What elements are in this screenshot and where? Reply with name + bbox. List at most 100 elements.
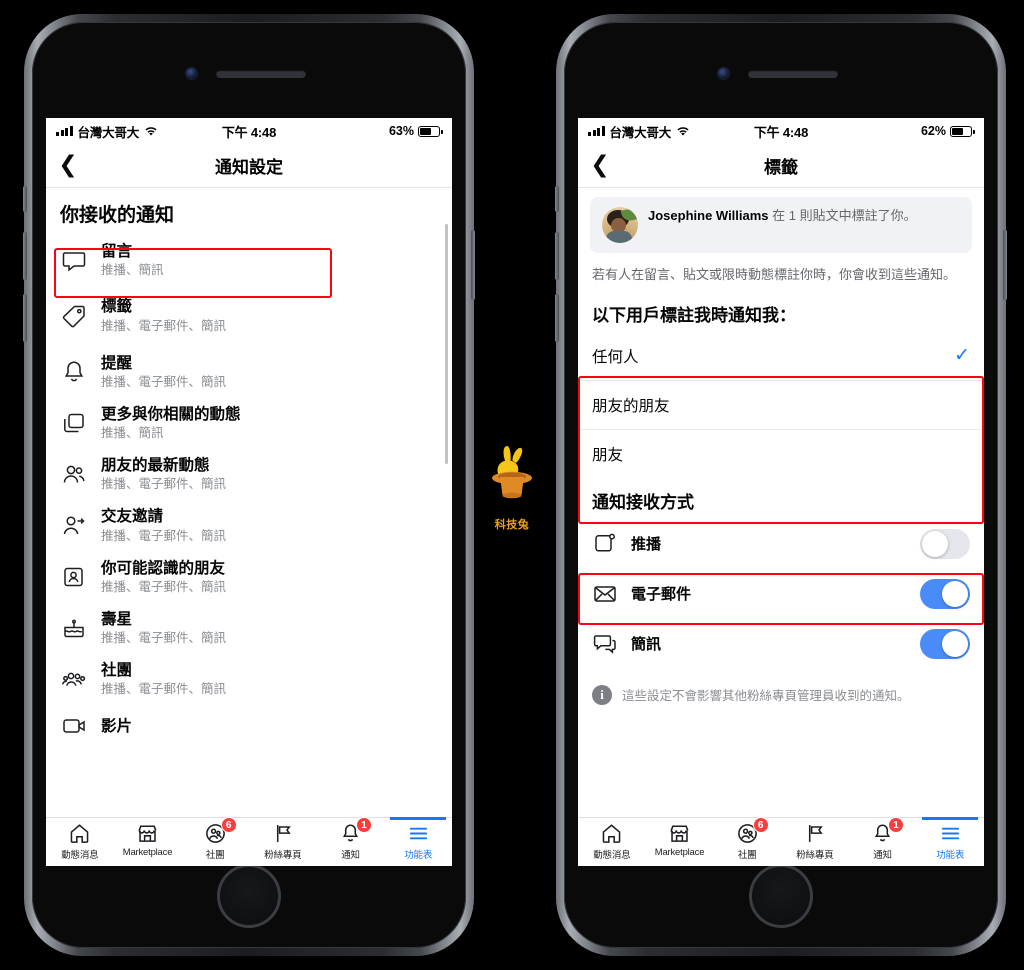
tab-label: 通知	[341, 850, 360, 861]
battery-icon	[950, 125, 975, 137]
setting-title: 留言	[101, 243, 133, 260]
power-button[interactable]	[1003, 230, 1007, 300]
tab-groups[interactable]: 6 社團	[713, 817, 781, 861]
method-row-sms[interactable]: 簡訊	[578, 619, 984, 669]
notification-settings-list[interactable]: 你接收的通知 留言 推播、簡訊 標籤 推播、電子郵件、簡訊 提醒 推播、電子郵件…	[46, 188, 452, 817]
setting-row-friend-requests[interactable]: 交友邀請 推播、電子郵件、簡訊	[46, 500, 452, 551]
tab-label: 社團	[737, 850, 757, 861]
option-friends[interactable]: 朋友	[578, 428, 984, 478]
menu-icon	[407, 821, 430, 845]
tab-pages[interactable]: 粉絲專頁	[781, 818, 849, 861]
menu-icon	[939, 821, 962, 845]
tab-menu[interactable]: 功能表	[384, 817, 452, 861]
tab-notifications[interactable]: 1 通知	[317, 817, 385, 861]
email-toggle[interactable]	[920, 578, 970, 609]
setting-row-reminders[interactable]: 提醒 推播、電子郵件、簡訊	[46, 347, 452, 398]
group-icon	[60, 666, 88, 694]
setting-row-friend-updates[interactable]: 朋友的最新動態 推播、電子郵件、簡訊	[46, 449, 452, 500]
volume-down-button[interactable]	[23, 294, 27, 342]
setting-subtitle: 推播、電子郵件、簡訊	[101, 631, 227, 646]
setting-subtitle: 推播、電子郵件、簡訊	[101, 374, 227, 389]
badge-count: 6	[752, 817, 769, 833]
banner-text: Josephine Williams 在 1 則貼文中標註了你。	[648, 207, 917, 226]
status-bar-left: 台灣大哥大	[588, 122, 690, 141]
tab-label: 功能表	[404, 850, 433, 861]
setting-text: 留言 推播、簡訊	[101, 242, 164, 279]
tab-groups[interactable]: 6 社團	[181, 817, 249, 861]
tab-notifications[interactable]: 1 通知	[849, 817, 917, 861]
tab-marketplace[interactable]: Marketplace	[114, 818, 182, 858]
method-row-push[interactable]: 推播	[578, 519, 984, 569]
setting-row-tags[interactable]: 標籤 推播、電子郵件、簡訊	[46, 290, 452, 341]
groups-icon: 6	[204, 817, 237, 845]
home-button[interactable]	[749, 864, 813, 928]
wifi-icon	[676, 126, 690, 137]
methods-heading: 通知接收方式	[592, 492, 694, 512]
friends-icon	[60, 461, 88, 489]
email-icon	[592, 581, 618, 607]
badge-count: 6	[220, 817, 237, 833]
battery-icon	[418, 125, 443, 137]
setting-subtitle: 推播、簡訊	[101, 263, 164, 278]
power-button[interactable]	[471, 230, 475, 300]
signal-strength-icon	[588, 126, 605, 136]
setting-subtitle: 推播、簡訊	[101, 426, 164, 441]
setting-row-videos[interactable]: 影片	[46, 705, 452, 747]
rabbit-in-hat-logo	[492, 446, 532, 499]
silent-switch[interactable]	[555, 186, 559, 212]
method-row-email[interactable]: 電子郵件	[578, 569, 984, 619]
back-chevron-icon[interactable]: ❮	[46, 152, 90, 179]
volume-up-button[interactable]	[23, 232, 27, 280]
option-anyone[interactable]: 任何人 ✓	[578, 332, 984, 380]
volume-up-button[interactable]	[555, 232, 559, 280]
tab-menu[interactable]: 功能表	[916, 817, 984, 861]
right-phone: 台灣大哥大 下午 4:48 62% ❮ 標籤 Josephine William…	[555, 14, 1007, 956]
tab-news-feed[interactable]: 動態消息	[578, 818, 646, 861]
left-phone: 台灣大哥大 下午 4:48 63% ❮ 通知設定 你接收的通知 留言 推播、簡訊…	[23, 14, 475, 956]
tab-marketplace[interactable]: Marketplace	[646, 818, 714, 858]
active-tab-indicator	[922, 817, 979, 820]
audience-option-list[interactable]: 任何人 ✓ 朋友的朋友 朋友	[578, 332, 984, 478]
home-button[interactable]	[217, 864, 281, 928]
volume-down-button[interactable]	[555, 294, 559, 342]
status-bar-right: 62%	[921, 124, 975, 138]
tab-news-feed[interactable]: 動態消息	[46, 818, 114, 861]
setting-title: 壽星	[101, 610, 133, 628]
setting-row-groups[interactable]: 社團 推播、電子郵件、簡訊	[46, 654, 452, 705]
status-bar: 台灣大哥大 下午 4:48 63%	[46, 118, 452, 144]
setting-subtitle: 推播、電子郵件、簡訊	[101, 579, 227, 594]
push-toggle[interactable]	[920, 528, 970, 559]
setting-title: 交友邀請	[101, 508, 164, 526]
option-friends-of-friends[interactable]: 朋友的朋友	[578, 379, 984, 429]
setting-text: 壽星 推播、電子郵件、簡訊	[101, 610, 226, 647]
setting-subtitle: 推播、電子郵件、簡訊	[101, 477, 227, 492]
back-chevron-icon[interactable]: ❮	[578, 152, 622, 179]
silent-switch[interactable]	[23, 186, 27, 212]
example-notification-banner: Josephine Williams 在 1 則貼文中標註了你。	[590, 197, 972, 253]
bell-icon: 1	[339, 817, 373, 845]
setting-title: 你可能認識的朋友	[101, 559, 226, 577]
bottom-tab-bar[interactable]: 動態消息 Marketplace 6 社團 粉絲專頁 1 通知 功能表	[46, 817, 452, 866]
tag-settings-content[interactable]: Josephine Williams 在 1 則貼文中標註了你。 若有人在留言、…	[578, 188, 984, 817]
setting-row-more-activity[interactable]: 更多與你相關的動態 推播、簡訊	[46, 398, 452, 449]
setting-row-comments[interactable]: 留言 推播、簡訊	[46, 235, 452, 286]
sms-toggle[interactable]	[920, 628, 970, 659]
active-tab-indicator	[390, 817, 447, 820]
option-label: 任何人	[592, 348, 639, 366]
battery-percent-label: 63%	[388, 124, 414, 138]
setting-row-people-you-may-know[interactable]: 你可能認識的朋友 推播、電子郵件、簡訊	[46, 552, 452, 603]
copies-icon	[60, 409, 88, 437]
setting-title: 提醒	[101, 354, 133, 372]
marketplace-icon	[136, 821, 159, 845]
method-label: 簡訊	[631, 636, 662, 653]
tab-pages[interactable]: 粉絲專頁	[249, 818, 317, 861]
bottom-tab-bar[interactable]: 動態消息 Marketplace 6 社團 粉絲專頁 1 通知 功能表	[578, 817, 984, 866]
setting-text: 交友邀請 推播、電子郵件、簡訊	[101, 507, 226, 544]
banner-rest: 在 1 則貼文中標註了你。	[768, 208, 917, 223]
comment-icon	[60, 247, 88, 275]
setting-row-birthdays[interactable]: 壽星 推播、電子郵件、簡訊	[46, 603, 452, 654]
check-icon: ✓	[954, 345, 970, 366]
page-title: 通知設定	[215, 158, 283, 177]
front-camera-icon	[186, 68, 197, 79]
tab-label: Marketplace	[122, 847, 173, 858]
